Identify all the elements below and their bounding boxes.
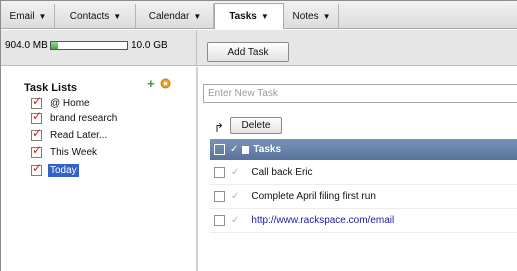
storage-total: 10.0 GB bbox=[131, 40, 168, 51]
sidebar-item-today[interactable]: ✓ Today bbox=[31, 161, 79, 178]
chevron-down-icon: ▼ bbox=[113, 11, 122, 21]
tab-calendar[interactable]: Calendar ▼ bbox=[137, 4, 214, 28]
toolbar-divider bbox=[196, 30, 197, 66]
priority-icon bbox=[242, 145, 250, 154]
check-icon: ✓ bbox=[32, 126, 43, 140]
check-icon[interactable]: ✓ bbox=[231, 191, 239, 202]
check-icon[interactable]: ✓ bbox=[231, 215, 239, 226]
check-icon: ✓ bbox=[32, 109, 43, 123]
tab-notes[interactable]: Notes ▼ bbox=[285, 4, 339, 28]
task-checkbox[interactable] bbox=[214, 167, 225, 178]
list-checkbox[interactable]: ✓ bbox=[31, 161, 42, 176]
chevron-down-icon: ▼ bbox=[260, 12, 269, 21]
tab-contacts[interactable]: Contacts ▼ bbox=[56, 4, 136, 28]
gear-icon[interactable] bbox=[160, 78, 171, 89]
tab-notes-label: Notes bbox=[292, 10, 319, 22]
tab-tasks-label: Tasks bbox=[229, 11, 257, 22]
tasks-column-header[interactable]: Tasks bbox=[253, 144, 281, 155]
storage-used: 904.0 MB bbox=[5, 40, 48, 51]
chevron-down-icon: ▼ bbox=[322, 11, 331, 21]
check-icon: ✓ bbox=[32, 143, 43, 157]
list-checkbox[interactable]: ✓ bbox=[31, 126, 42, 141]
sidebar-item-label: Today bbox=[48, 164, 79, 177]
select-all-checkbox[interactable] bbox=[214, 144, 225, 155]
bulk-action-arrow-icon: ↱ bbox=[214, 121, 225, 135]
task-lists-title: Task Lists bbox=[24, 82, 77, 94]
storage-progress-fill bbox=[51, 42, 58, 49]
tab-contacts-label: Contacts bbox=[69, 10, 110, 22]
sidebar-item-this-week[interactable]: ✓ This Week bbox=[31, 143, 99, 160]
sidebar-item-label: @ Home bbox=[50, 98, 90, 109]
sidebar-item-brand-research[interactable]: ✓ brand research bbox=[31, 109, 119, 126]
delete-button[interactable]: Delete bbox=[230, 117, 282, 134]
chevron-down-icon: ▼ bbox=[193, 11, 202, 21]
tab-tasks[interactable]: Tasks ▼ bbox=[214, 3, 284, 29]
storage-progress-bar bbox=[50, 41, 128, 50]
check-icon: ✓ bbox=[230, 144, 239, 155]
task-row[interactable]: ✓ http://www.rackspace.com/email bbox=[210, 209, 517, 233]
task-row[interactable]: ✓ Call back Eric bbox=[210, 161, 517, 185]
list-checkbox[interactable]: ✓ bbox=[31, 109, 42, 124]
sidebar-item-label: brand research bbox=[50, 113, 118, 124]
task-title[interactable]: Call back Eric bbox=[251, 167, 312, 178]
tab-email[interactable]: Email ▼ bbox=[2, 4, 55, 28]
add-task-button[interactable]: Add Task bbox=[207, 42, 289, 62]
sidebar-item-label: Read Later... bbox=[50, 130, 108, 141]
task-link[interactable]: http://www.rackspace.com/email bbox=[251, 215, 394, 226]
task-title[interactable]: Complete April filing first run bbox=[251, 191, 376, 202]
list-checkbox[interactable]: ✓ bbox=[31, 94, 42, 109]
check-icon[interactable]: ✓ bbox=[231, 167, 239, 178]
sidebar-item-read-later[interactable]: ✓ Read Later... bbox=[31, 126, 109, 143]
list-checkbox[interactable]: ✓ bbox=[31, 143, 42, 158]
check-icon: ✓ bbox=[32, 161, 43, 175]
task-row[interactable]: ✓ Complete April filing first run bbox=[210, 185, 517, 209]
task-checkbox[interactable] bbox=[214, 215, 225, 226]
sidebar-item-label: This Week bbox=[50, 147, 98, 158]
tab-calendar-label: Calendar bbox=[148, 10, 190, 22]
chevron-down-icon: ▼ bbox=[38, 11, 47, 21]
plus-icon[interactable]: + bbox=[147, 77, 157, 90]
new-task-input[interactable] bbox=[203, 84, 517, 103]
tab-email-label: Email bbox=[9, 10, 35, 22]
task-checkbox[interactable] bbox=[214, 191, 225, 202]
check-icon: ✓ bbox=[32, 94, 43, 108]
tasks-grid-header: ✓ Tasks bbox=[210, 139, 517, 160]
